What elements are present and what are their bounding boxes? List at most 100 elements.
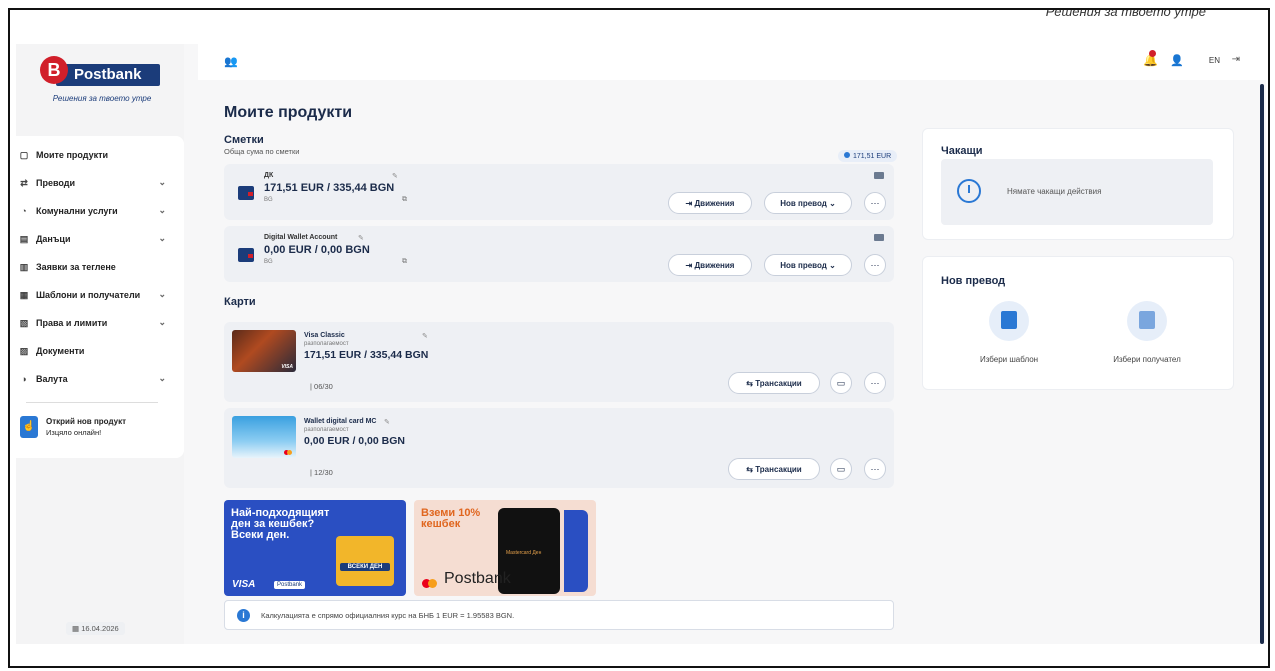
card-row[interactable]: Wallet digital card MC ✎ разполагаемост …	[224, 408, 894, 488]
mastercard-card-image	[232, 416, 296, 458]
sidebar-item-label: Валута	[36, 374, 68, 384]
app-window: Postbank B Решения за твоето утре ▢ Моит…	[16, 44, 1266, 644]
transactions-button[interactable]: ⇆ Трансакции	[728, 372, 820, 394]
users-icon[interactable]: 👥	[224, 55, 238, 68]
transactions-label: Трансакции	[755, 378, 802, 388]
logo-wordmark: Postbank	[56, 64, 160, 86]
postbank-logo-small: Postbank	[274, 581, 306, 589]
scrollbar[interactable]	[1260, 84, 1264, 644]
sidebar-item-my-products[interactable]: ▢ Моите продукти	[16, 144, 176, 166]
account-iban: BG	[264, 259, 273, 265]
clock-icon	[957, 179, 981, 203]
tax-icon: ▤	[19, 234, 29, 244]
card-expiry: | 06/30	[310, 382, 333, 391]
swap-icon: ⇆	[746, 464, 756, 474]
logout-icon[interactable]: ⇥	[1232, 54, 1240, 65]
sidebar-item-rights[interactable]: ▧ Права и лимити ⌄	[16, 312, 176, 334]
more-icon[interactable]: ⋯	[864, 372, 886, 394]
postbank-logo[interactable]: Postbank B Решения за твоето утре	[32, 54, 172, 114]
more-icon[interactable]: ⋯	[864, 458, 886, 480]
choose-template-label: Избери шаблон	[979, 355, 1039, 364]
card-amount: 0,00 EUR / 0,00 BGN	[304, 435, 405, 447]
info-icon: i	[237, 609, 250, 622]
choose-recipient-label: Избери получател	[1113, 355, 1181, 364]
movements-button[interactable]: ⇥ Движения	[668, 254, 752, 276]
card-row[interactable]: VISA Visa Classic ✎ разполагаемост 171,5…	[224, 322, 894, 402]
chevron-down-icon: ⌄	[158, 205, 166, 215]
account-name: ДК	[264, 172, 274, 179]
new-transfer-button[interactable]: Нов превод ⌄	[764, 254, 852, 276]
card-toggle-icon[interactable]: ▭	[830, 372, 852, 394]
tap-icon: ☝	[20, 416, 38, 438]
arrow-in-icon: ⇥	[685, 198, 695, 208]
accounts-total: 171,51 EUR	[838, 150, 898, 162]
sidebar-item-utilities[interactable]: ◔ Комунални услуги ⌄	[16, 200, 176, 222]
logo-icon: B	[40, 56, 68, 84]
sidebar-nav: ▢ Моите продукти ⇄ Преводи ⌄ ◔ Комунални…	[16, 136, 184, 458]
edit-icon[interactable]: ✎	[392, 172, 398, 180]
sidebar: Postbank B Решения за твоето утре ▢ Моит…	[16, 44, 184, 644]
bell-icon[interactable]: 🔔	[1143, 50, 1158, 67]
chevron-down-icon: ⌄	[826, 198, 836, 208]
cashback-banner-mastercard[interactable]: Вземи 10% кешбек Mastercard Ден Postbank	[414, 500, 596, 596]
card-toggle-icon[interactable]: ▭	[830, 458, 852, 480]
sidebar-item-documents[interactable]: ▨ Документи	[16, 340, 176, 362]
withdraw-icon: ▥	[19, 262, 29, 272]
sidebar-item-label: Моите продукти	[36, 150, 109, 160]
sidebar-item-templates[interactable]: ▦ Шаблони и получатели ⌄	[16, 284, 176, 306]
page-title: Моите продукти	[224, 104, 353, 121]
chevron-down-icon: ⌄	[158, 233, 166, 243]
movements-label: Движения	[694, 260, 735, 270]
new-transfer-button[interactable]: Нов превод ⌄	[764, 192, 852, 214]
choose-template-option[interactable]: Избери шаблон	[947, 301, 1067, 381]
sidebar-item-withdrawals[interactable]: ▥ Заявки за теглене	[16, 256, 176, 278]
chevron-down-icon: ⌄	[158, 177, 166, 187]
document-icon: ▨	[19, 346, 29, 356]
copy-icon[interactable]: ⧉	[402, 258, 407, 266]
card-icon	[874, 234, 884, 241]
language-switch[interactable]: EN	[1209, 56, 1220, 65]
grid-icon: ▢	[19, 150, 29, 160]
utility-icon: ◔	[21, 206, 27, 216]
banner-headline: Най-подходящият ден за кешбек? Всеки ден…	[231, 507, 330, 541]
edit-icon[interactable]: ✎	[358, 234, 364, 242]
card-name: Visa Classic	[304, 332, 345, 339]
user-icon[interactable]: 👤	[1170, 54, 1184, 67]
edit-icon[interactable]: ✎	[422, 332, 428, 340]
template-icon	[1001, 311, 1017, 329]
card-name: Wallet digital card MC	[304, 418, 377, 425]
card-availability-label: разполагаемост	[304, 341, 349, 347]
account-name: Digital Wallet Account	[264, 234, 338, 241]
sidebar-item-currency[interactable]: ◑ Валута ⌄	[16, 368, 176, 390]
transfer-icon: ⇄	[20, 178, 28, 188]
transactions-button[interactable]: ⇆ Трансакции	[728, 458, 820, 480]
account-row[interactable]: Digital Wallet Account ✎ 0,00 EUR / 0,00…	[224, 226, 894, 282]
visa-card-image: VISA	[232, 330, 296, 372]
account-row[interactable]: ДК ✎ 171,51 EUR / 335,44 BGN BG ⧉ ⇥ Движ…	[224, 164, 894, 220]
copy-icon[interactable]: ⧉	[402, 196, 407, 204]
card-availability-label: разполагаемост	[304, 427, 349, 433]
edit-icon[interactable]: ✎	[384, 418, 390, 426]
new-product-promo[interactable]: ☝ Открий нов продукт Изцяло онлайн!	[20, 416, 170, 446]
new-transfer-panel: Нов превод Избери шаблон Избери получате…	[922, 256, 1234, 390]
movements-button[interactable]: ⇥ Движения	[668, 192, 752, 214]
accounts-title: Сметки	[224, 134, 264, 146]
more-icon[interactable]: ⋯	[864, 192, 886, 214]
total-value: 171,51 EUR	[853, 153, 892, 160]
accounts-subtitle: Обща сума по сметки	[224, 147, 300, 156]
sidebar-item-taxes[interactable]: ▤ Данъци ⌄	[16, 228, 176, 250]
mastercard-logo-icon	[422, 579, 438, 588]
arrow-in-icon: ⇥	[685, 260, 695, 270]
cashback-banner-visa[interactable]: Най-подходящият ден за кешбек? Всеки ден…	[224, 500, 406, 596]
more-icon[interactable]: ⋯	[864, 254, 886, 276]
choose-recipient-option[interactable]: Избери получател	[1085, 301, 1205, 381]
movements-label: Движения	[694, 198, 735, 208]
visa-logo-icon: VISA	[232, 579, 256, 590]
chevron-down-icon: ⌄	[826, 260, 836, 270]
cards-title: Карти	[224, 296, 256, 308]
sidebar-item-transfers[interactable]: ⇄ Преводи ⌄	[16, 172, 176, 194]
pending-title: Чакащи	[941, 145, 983, 157]
pending-empty-text: Нямате чакащи действия	[1007, 187, 1102, 196]
new-transfer-label: Нов превод	[780, 260, 827, 270]
account-amount: 171,51 EUR / 335,44 BGN	[264, 182, 395, 194]
